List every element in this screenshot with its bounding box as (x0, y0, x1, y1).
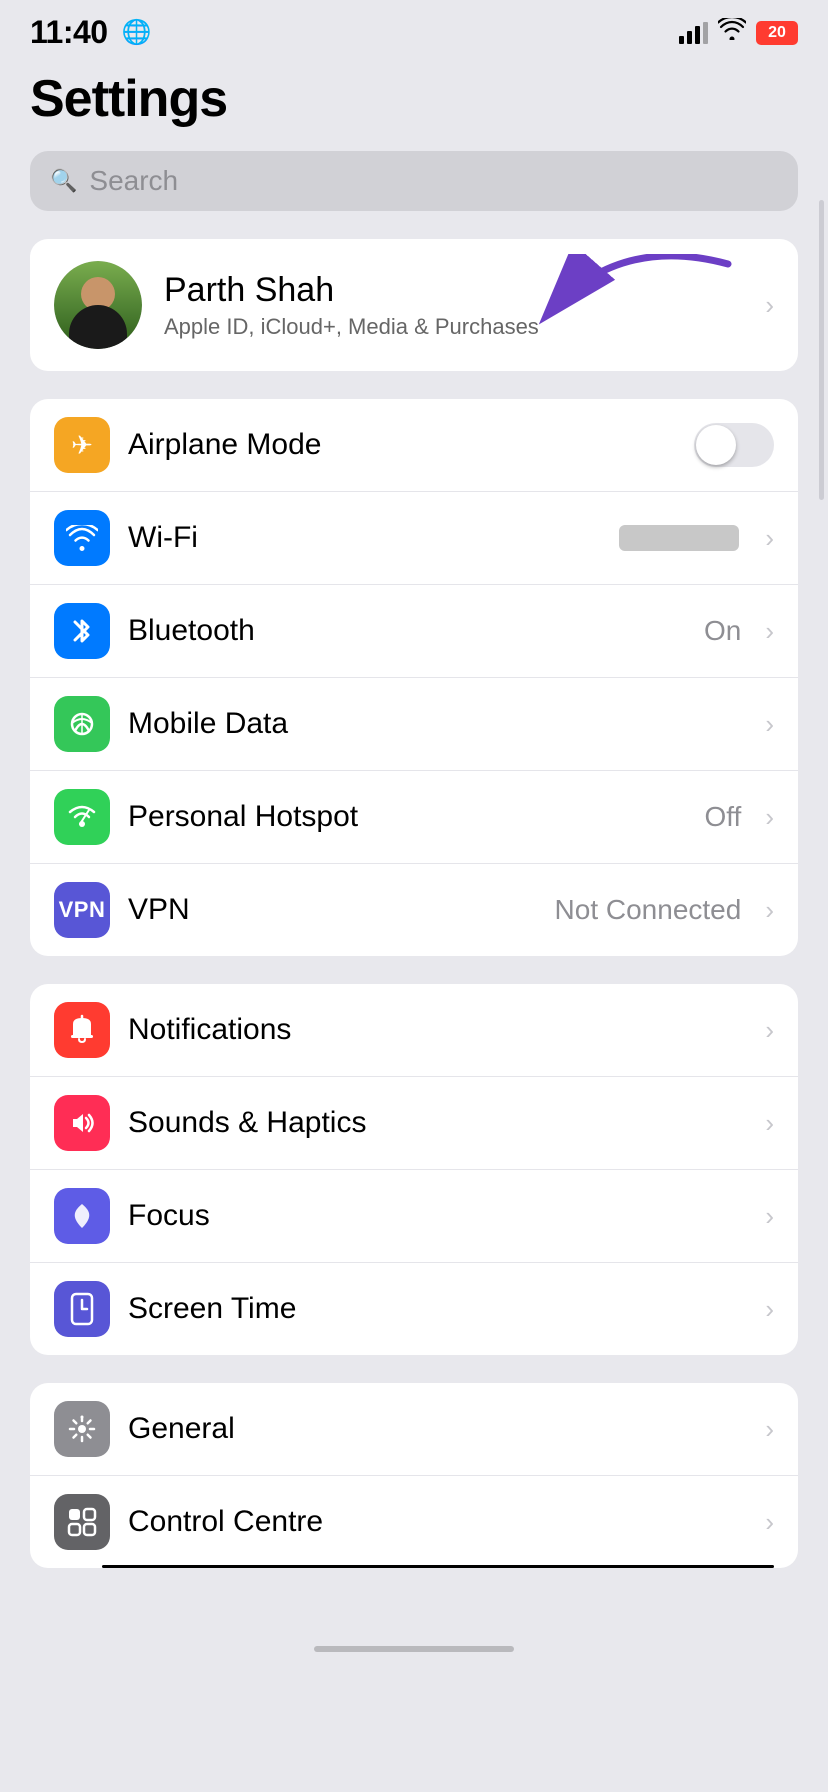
battery-indicator: 20 (756, 21, 798, 45)
list-item[interactable]: Screen Time › (30, 1262, 798, 1355)
vpn-icon: VPN (54, 882, 110, 938)
general-icon (54, 1401, 110, 1457)
sounds-chevron: › (765, 1108, 774, 1139)
list-item[interactable]: Mobile Data › (30, 677, 798, 770)
general-label: General (128, 1412, 747, 1446)
toggle-knob (696, 425, 736, 465)
list-item[interactable]: Focus › (30, 1169, 798, 1262)
hotspot-label: Personal Hotspot (128, 800, 686, 834)
control-centre-label: Control Centre (128, 1505, 747, 1539)
bluetooth-chevron: › (765, 616, 774, 647)
wifi-icon (54, 510, 110, 566)
focus-label: Focus (128, 1199, 747, 1233)
search-bar[interactable]: 🔍 Search (30, 151, 798, 211)
bluetooth-icon (54, 603, 110, 659)
vpn-label-text: VPN (59, 897, 106, 923)
vpn-value: Not Connected (555, 894, 742, 926)
hotspot-chevron: › (765, 802, 774, 833)
list-item[interactable]: Sounds & Haptics › (30, 1076, 798, 1169)
profile-subtitle: Apple ID, iCloud+, Media & Purchases (164, 314, 743, 340)
notifications-icon (54, 1002, 110, 1058)
list-item[interactable]: Personal Hotspot Off › (30, 770, 798, 863)
list-item[interactable]: Bluetooth On › (30, 584, 798, 677)
page-content: Settings 🔍 Search (0, 59, 828, 1626)
screen-time-icon (54, 1281, 110, 1337)
home-indicator (314, 1646, 514, 1652)
signal-bars-icon (679, 22, 708, 44)
hotspot-value: Off (704, 801, 741, 833)
bluetooth-label: Bluetooth (128, 614, 686, 648)
avatar (54, 261, 142, 349)
wifi-status-icon (718, 18, 746, 47)
sounds-icon (54, 1095, 110, 1151)
hotspot-icon (54, 789, 110, 845)
page-title: Settings (30, 69, 798, 129)
mobile-data-label: Mobile Data (128, 707, 747, 741)
control-centre-icon (54, 1494, 110, 1550)
control-centre-chevron: › (765, 1507, 774, 1538)
status-bar: 11:40 🌐 20 (0, 0, 828, 59)
focus-icon (54, 1188, 110, 1244)
airplane-mode-icon: ✈ (54, 417, 110, 473)
sounds-label: Sounds & Haptics (128, 1106, 747, 1140)
list-item[interactable]: Wi-Fi › (30, 491, 798, 584)
profile-card[interactable]: Parth Shah Apple ID, iCloud+, Media & Pu… (30, 239, 798, 371)
search-icon: 🔍 (50, 168, 77, 194)
list-item[interactable]: VPN VPN Not Connected › (30, 863, 798, 956)
vpn-chevron: › (765, 895, 774, 926)
vpn-label: VPN (128, 893, 537, 927)
wifi-chevron: › (765, 523, 774, 554)
mobile-data-chevron: › (765, 709, 774, 740)
profile-info: Parth Shah Apple ID, iCloud+, Media & Pu… (164, 271, 743, 340)
notifications-section: Notifications › Sounds & Haptics › (30, 984, 798, 1355)
scrollbar[interactable] (819, 200, 824, 500)
bluetooth-value: On (704, 615, 741, 647)
screen-time-chevron: › (765, 1294, 774, 1325)
globe-icon: 🌐 (122, 18, 152, 47)
mobile-data-icon (54, 696, 110, 752)
general-chevron: › (765, 1414, 774, 1445)
status-time: 11:40 (30, 14, 108, 51)
connectivity-section: ✈ Airplane Mode Wi-Fi (30, 399, 798, 956)
list-item[interactable]: General › (30, 1383, 798, 1475)
focus-chevron: › (765, 1201, 774, 1232)
status-icons: 20 (679, 18, 798, 47)
wifi-value-blur (619, 525, 739, 551)
list-item[interactable]: Control Centre › (30, 1475, 798, 1568)
profile-row[interactable]: Parth Shah Apple ID, iCloud+, Media & Pu… (30, 239, 798, 371)
notifications-chevron: › (765, 1015, 774, 1046)
list-item[interactable]: ✈ Airplane Mode (30, 399, 798, 491)
notifications-label: Notifications (128, 1013, 747, 1047)
airplane-mode-label: Airplane Mode (128, 428, 676, 462)
search-placeholder: Search (89, 165, 178, 197)
list-item[interactable]: Notifications › (30, 984, 798, 1076)
airplane-mode-toggle[interactable] (694, 423, 774, 467)
screen-time-label: Screen Time (128, 1292, 747, 1326)
profile-chevron: › (765, 290, 774, 321)
profile-name: Parth Shah (164, 271, 743, 310)
wifi-label: Wi-Fi (128, 521, 601, 555)
general-section: General › Control Centre › (30, 1383, 798, 1568)
